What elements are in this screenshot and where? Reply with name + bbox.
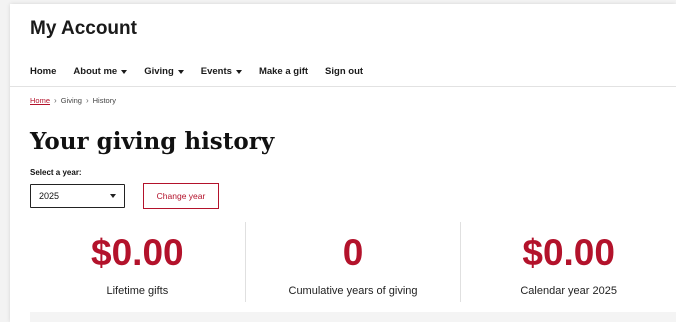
breadcrumb-current: History	[92, 96, 116, 105]
stat-label: Lifetime gifts	[106, 285, 169, 297]
breadcrumb-giving: Giving	[60, 96, 82, 105]
nav-label: Home	[30, 66, 57, 77]
main-nav: Home About me Giving Events Make a gift …	[30, 66, 380, 77]
nav-label: Giving	[144, 66, 174, 77]
chevron-down-icon	[121, 69, 128, 74]
year-select-value: 2025	[39, 191, 60, 201]
breadcrumb-separator: ›	[85, 96, 89, 105]
nav-item-giving[interactable]: Giving	[144, 66, 184, 77]
chevron-down-icon	[177, 69, 184, 74]
nav-label: Sign out	[325, 66, 364, 77]
stat-value: $0.00	[91, 232, 184, 273]
site-title: My Account	[30, 18, 137, 39]
nav-item-home[interactable]: Home	[30, 66, 56, 77]
nav-label: Make a gift	[258, 66, 309, 77]
chevron-down-icon	[110, 194, 116, 198]
stat-label: Cumulative years of giving	[288, 285, 418, 297]
nav-label: About me	[73, 66, 118, 77]
stat-cumulative-years: 0 Cumulative years of giving	[244, 222, 461, 302]
nav-item-make-a-gift[interactable]: Make a gift	[259, 66, 308, 77]
nav-label: Events	[200, 66, 232, 77]
stat-label: Calendar year 2025	[520, 285, 617, 297]
breadcrumb-separator: ›	[54, 96, 57, 105]
chevron-down-icon	[235, 69, 242, 74]
giving-stats: $0.00 Lifetime gifts 0 Cumulative years …	[30, 222, 676, 302]
browser-window: My Account Home About me Giving Events M…	[10, 4, 676, 322]
page-title: Your giving history	[30, 128, 275, 155]
content-panel	[30, 312, 676, 322]
breadcrumb-home-link[interactable]: Home	[30, 96, 50, 105]
breadcrumb: Home › Giving › History	[30, 96, 116, 105]
nav-item-about-me[interactable]: About me	[73, 66, 128, 77]
nav-item-sign-out[interactable]: Sign out	[325, 66, 363, 77]
stat-value: 0	[342, 232, 364, 273]
stat-lifetime-gifts: $0.00 Lifetime gifts	[30, 222, 245, 302]
year-select[interactable]: 2025	[30, 184, 125, 208]
year-select-label: Select a year:	[30, 168, 82, 177]
nav-divider	[10, 86, 676, 87]
change-year-button[interactable]: Change year	[143, 183, 219, 209]
nav-item-events[interactable]: Events	[201, 66, 242, 77]
stat-value: $0.00	[522, 232, 615, 273]
stat-calendar-year: $0.00 Calendar year 2025	[460, 222, 676, 302]
